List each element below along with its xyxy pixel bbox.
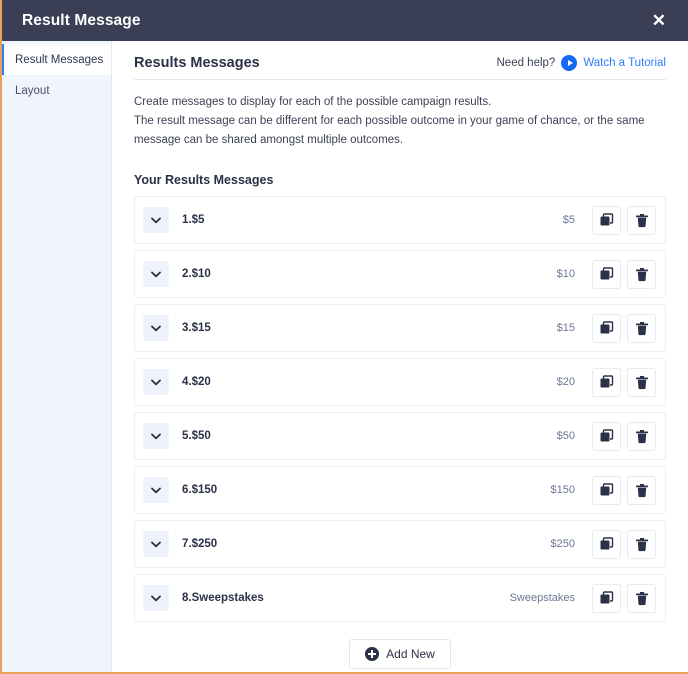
trash-icon[interactable] — [627, 421, 656, 451]
copy-icon[interactable] — [592, 367, 621, 397]
chevron-down-icon[interactable] — [143, 531, 169, 557]
section-title: Your Results Messages — [134, 173, 274, 187]
sidebar-item-layout[interactable]: Layout — [2, 75, 111, 106]
list-item-value: $5 — [562, 214, 575, 226]
sidebar: Result Messages Layout — [2, 41, 112, 672]
trash-icon[interactable] — [627, 367, 656, 397]
chevron-down-icon[interactable] — [143, 315, 169, 341]
need-help-label: Need help? — [496, 57, 556, 69]
list-item-label: 3.$15 — [182, 322, 211, 334]
trash-icon[interactable] — [627, 259, 656, 289]
result-message-modal: Result Message ✕ Result Messages Layout … — [0, 0, 688, 674]
list-item-label: 6.$150 — [182, 484, 218, 496]
add-new-button[interactable]: Add New — [349, 639, 451, 669]
description-text: Create messages to display for each of t… — [134, 93, 666, 150]
header-divider — [134, 79, 666, 80]
list-item-value: $50 — [556, 430, 575, 442]
trash-icon[interactable] — [627, 313, 656, 343]
sidebar-item-result-messages[interactable]: Result Messages — [2, 44, 111, 75]
help-area: Need help? Watch a Tutorial — [496, 55, 666, 71]
modal-titlebar: Result Message ✕ — [2, 0, 688, 41]
watch-tutorial-link[interactable]: Watch a Tutorial — [583, 57, 666, 69]
sidebar-item-label: Layout — [15, 84, 50, 97]
list-item[interactable]: 7.$250 $250 — [134, 520, 666, 568]
list-item-value: $20 — [556, 376, 575, 388]
modal-title: Result Message — [22, 11, 141, 29]
list-item-label: 2.$10 — [182, 268, 211, 280]
chevron-down-icon[interactable] — [143, 207, 169, 233]
list-item[interactable]: 8.Sweepstakes Sweepstakes — [134, 574, 666, 622]
list-item-value: $15 — [556, 322, 575, 334]
list-item-label: 8.Sweepstakes — [182, 592, 264, 604]
modal-body: Result Messages Layout Results Messages … — [2, 41, 688, 672]
list-item-value: $10 — [556, 268, 575, 280]
page-title: Results Messages — [134, 55, 260, 71]
chevron-down-icon[interactable] — [143, 585, 169, 611]
copy-icon[interactable] — [592, 313, 621, 343]
chevron-down-icon[interactable] — [143, 261, 169, 287]
list-item[interactable]: 1.$5 $5 — [134, 196, 666, 244]
list-item-label: 7.$250 — [182, 538, 218, 550]
copy-icon[interactable] — [592, 259, 621, 289]
list-item-label: 5.$50 — [182, 430, 211, 442]
copy-icon[interactable] — [592, 421, 621, 451]
copy-icon[interactable] — [592, 529, 621, 559]
add-new-label: Add New — [386, 647, 435, 661]
sidebar-item-label: Result Messages — [15, 53, 104, 66]
chevron-down-icon[interactable] — [143, 423, 169, 449]
description-line-2: The result message can be different for … — [134, 115, 645, 146]
copy-icon[interactable] — [592, 205, 621, 235]
list-item-label: 1.$5 — [182, 214, 205, 226]
list-item-value: Sweepstakes — [509, 592, 575, 604]
plus-circle-icon — [365, 647, 380, 661]
trash-icon[interactable] — [627, 475, 656, 505]
list-item-value: $150 — [550, 484, 575, 496]
description-line-1: Create messages to display for each of t… — [134, 96, 492, 108]
add-new-area: Add New — [134, 639, 666, 669]
list-item[interactable]: 6.$150 $150 — [134, 466, 666, 514]
results-messages-list: 1.$5 $5 2.$10 $10 3.$15 $15 4.$20 $20 5.… — [134, 196, 666, 622]
list-item-value: $250 — [550, 538, 575, 550]
list-item[interactable]: 3.$15 $15 — [134, 304, 666, 352]
chevron-down-icon[interactable] — [143, 477, 169, 503]
list-item[interactable]: 2.$10 $10 — [134, 250, 666, 298]
main-panel: Results Messages Need help? Watch a Tuto… — [112, 41, 688, 672]
main-header: Results Messages Need help? Watch a Tuto… — [134, 55, 666, 79]
trash-icon[interactable] — [627, 529, 656, 559]
list-item[interactable]: 5.$50 $50 — [134, 412, 666, 460]
close-icon[interactable]: ✕ — [648, 10, 670, 31]
trash-icon[interactable] — [627, 205, 656, 235]
copy-icon[interactable] — [592, 583, 621, 613]
list-item[interactable]: 4.$20 $20 — [134, 358, 666, 406]
chevron-down-icon[interactable] — [143, 369, 169, 395]
copy-icon[interactable] — [592, 475, 621, 505]
trash-icon[interactable] — [627, 583, 656, 613]
play-circle-icon[interactable] — [561, 55, 578, 71]
list-item-label: 4.$20 — [182, 376, 211, 388]
